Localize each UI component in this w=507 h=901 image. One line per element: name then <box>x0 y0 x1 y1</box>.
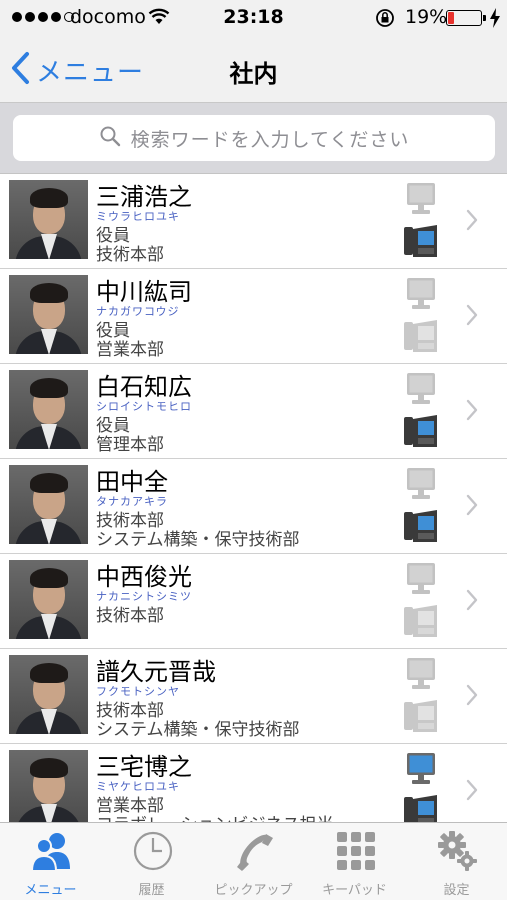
tab-keypad[interactable]: キーパッド <box>304 823 405 901</box>
search-bar: 検索ワードを入力してください <box>0 103 507 174</box>
contact-name: 白石知広 <box>96 373 192 401</box>
avatar <box>9 655 88 734</box>
contact-department: 管理本部 <box>96 435 164 455</box>
pc-status-icon <box>404 751 438 789</box>
phone-status-icon <box>404 506 438 544</box>
contact-name: 三宅博之 <box>96 753 192 781</box>
contact-department: コラボレーションビジネス担当 <box>96 810 334 822</box>
contact-name: 中西俊光 <box>96 563 192 591</box>
phone-status-icon <box>404 601 438 639</box>
presence-indicators <box>404 464 438 548</box>
phone-status-icon <box>404 411 438 449</box>
contact-row[interactable]: 三宅博之ミヤケヒロユキ営業本部コラボレーションビジネス担当 <box>0 744 507 822</box>
contact-department: システム構築・保守技術部 <box>96 530 300 550</box>
presence-indicators <box>404 274 438 358</box>
search-icon <box>99 125 121 151</box>
presence-indicators <box>404 749 438 822</box>
chevron-left-icon <box>10 51 30 89</box>
presence-indicators <box>404 369 438 453</box>
battery-icon <box>446 10 482 26</box>
tab-label: キーパッド <box>322 883 387 898</box>
pc-status-icon <box>404 276 438 314</box>
contact-department: 技術本部 <box>96 245 164 265</box>
tab-bar: メニュー 履歴 ピックアップ キーパッド 設定 <box>0 822 507 900</box>
pc-status-icon <box>404 466 438 504</box>
avatar <box>9 180 88 259</box>
tab-label: ピックアップ <box>214 883 293 898</box>
tab-label: メニュー <box>24 883 77 898</box>
battery-percent: 19% <box>405 6 448 28</box>
tab-label: 設定 <box>443 883 470 898</box>
contact-title: 技術本部 <box>96 606 164 626</box>
navigation-bar: メニュー 社内 <box>0 36 507 103</box>
back-button[interactable]: メニュー <box>10 50 144 90</box>
contact-name: 田中全 <box>96 468 168 496</box>
tab-pickup[interactable]: ピックアップ <box>203 823 304 901</box>
search-input[interactable]: 検索ワードを入力してください <box>13 115 495 161</box>
chevron-right-icon <box>465 778 479 806</box>
tab-history[interactable]: 履歴 <box>101 823 202 901</box>
chevron-right-icon <box>465 683 479 711</box>
avatar <box>9 370 88 449</box>
rotation-lock-icon <box>375 8 395 32</box>
pc-status-icon <box>404 656 438 694</box>
pc-status-icon <box>404 371 438 409</box>
contact-row[interactable]: 譜久元晋哉 フクモトシンヤ 技術本部 システム構築・保守技術部 <box>0 649 507 744</box>
tab-settings[interactable]: 設定 <box>406 823 507 901</box>
chevron-right-icon <box>465 208 479 236</box>
presence-indicators <box>404 654 438 738</box>
tab-menu[interactable]: メニュー <box>0 823 101 901</box>
pc-status-icon <box>404 181 438 219</box>
chevron-right-icon <box>465 303 479 331</box>
tab-label: 履歴 <box>138 883 165 898</box>
phone-status-icon <box>404 791 438 822</box>
avatar <box>9 275 88 354</box>
contact-row[interactable]: 白石知広 シロイシトモヒロ 役員 管理本部 <box>0 364 507 459</box>
contact-row[interactable]: 中西俊光 ナカニシトシミツ 技術本部 <box>0 554 507 649</box>
contact-department: システム構築・保守技術部 <box>96 720 300 740</box>
avatar <box>9 750 88 822</box>
phone-status-icon <box>404 316 438 354</box>
contact-row[interactable]: 田中全 タナカアキラ 技術本部 システム構築・保守技術部 <box>0 459 507 554</box>
search-placeholder: 検索ワードを入力してください <box>130 128 410 151</box>
contact-row[interactable]: 三浦浩之 ミウラヒロユキ 役員 技術本部 <box>0 174 507 269</box>
contact-name: 三浦浩之 <box>96 183 192 211</box>
presence-indicators <box>404 559 438 643</box>
avatar <box>9 465 88 544</box>
contact-name: 譜久元晋哉 <box>96 658 216 686</box>
back-button-label: メニュー <box>36 57 145 88</box>
phone-status-icon <box>404 696 438 734</box>
contact-department: 営業本部 <box>96 340 164 360</box>
status-bar: docomo 23:18 19% <box>0 0 507 36</box>
contact-row[interactable]: 中川紘司 ナカガワコウジ 役員 営業本部 <box>0 269 507 364</box>
contact-name: 中川紘司 <box>96 278 192 306</box>
chevron-right-icon <box>465 398 479 426</box>
charging-icon <box>489 8 501 32</box>
avatar <box>9 560 88 639</box>
presence-indicators <box>404 179 438 263</box>
chevron-right-icon <box>465 588 479 616</box>
chevron-right-icon <box>465 493 479 521</box>
phone-status-icon <box>404 221 438 259</box>
contact-list[interactable]: 三浦浩之 ミウラヒロユキ 役員 技術本部 中川紘司 ナカガワコウジ 役員 営業本部 白石知広 シロ… <box>0 174 507 822</box>
pc-status-icon <box>404 561 438 599</box>
